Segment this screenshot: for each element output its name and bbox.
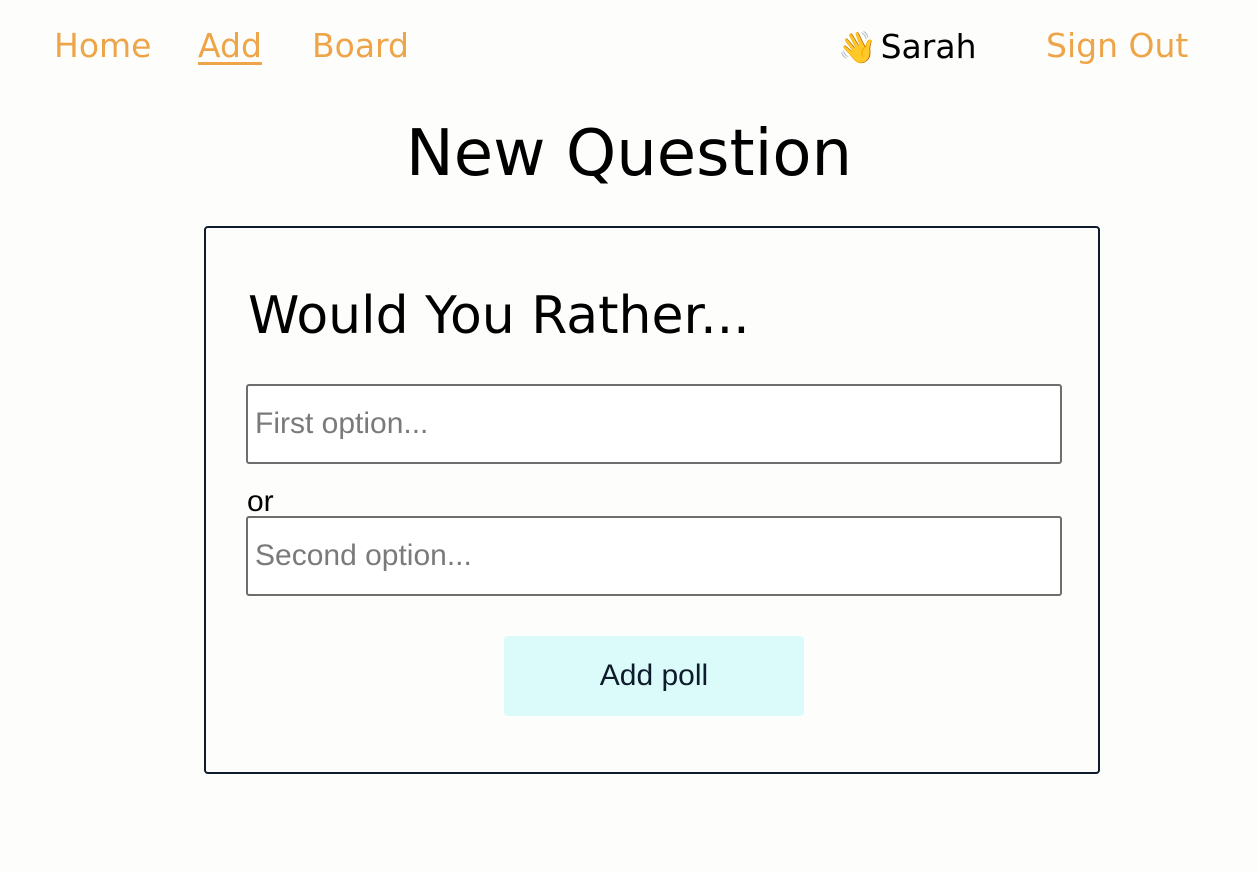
- page-title: New Question: [405, 117, 853, 191]
- user-name: Sarah: [880, 27, 977, 66]
- sign-out-link[interactable]: Sign Out: [1046, 24, 1188, 68]
- form-heading: Would You Rather...: [248, 286, 750, 346]
- nav-home-link[interactable]: Home: [54, 24, 151, 68]
- nav-board-link[interactable]: Board: [312, 24, 409, 68]
- new-question-form: Would You Rather... or Add poll: [204, 226, 1100, 774]
- waving-hand-icon: 👋: [838, 30, 877, 66]
- or-separator: or: [247, 485, 274, 518]
- second-option-input[interactable]: [246, 516, 1062, 596]
- nav-add-link[interactable]: Add: [198, 24, 262, 68]
- first-option-input[interactable]: [246, 384, 1062, 464]
- add-poll-button[interactable]: Add poll: [504, 636, 804, 716]
- user-greeting: 👋 Sarah: [838, 25, 976, 70]
